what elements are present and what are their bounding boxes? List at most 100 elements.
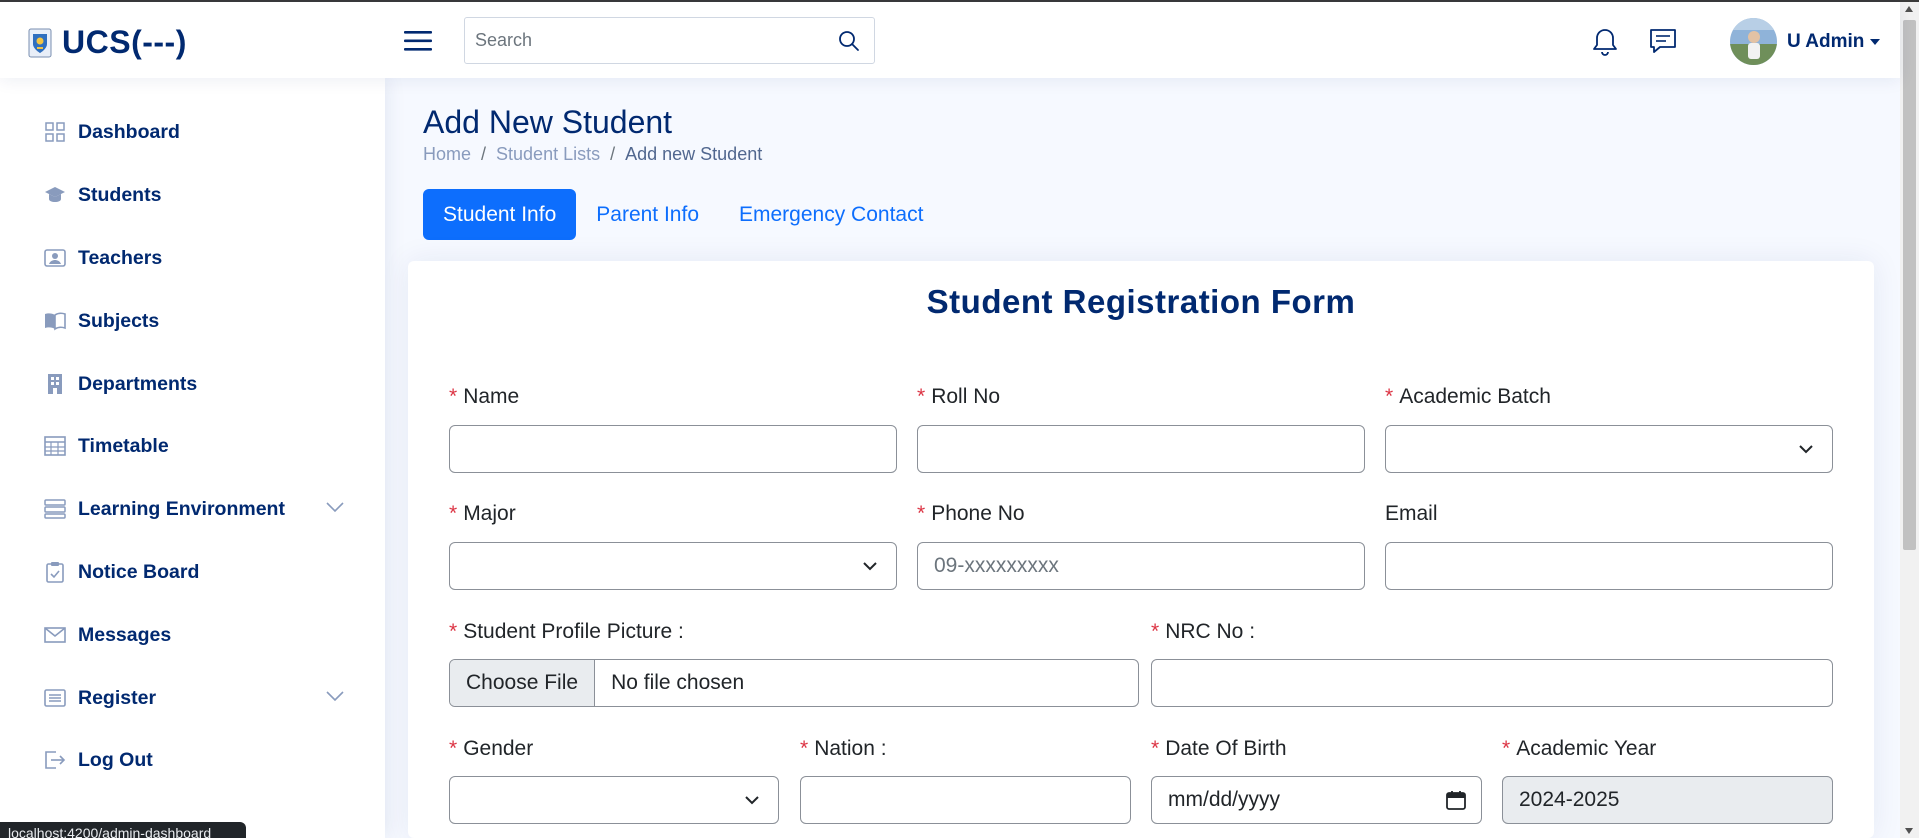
sidebar-item-label: Register	[78, 686, 157, 709]
book-icon	[44, 310, 66, 332]
sidebar-item-departments[interactable]: Departments	[44, 364, 344, 404]
sidebar-item-label: Departments	[78, 372, 198, 395]
building-icon	[44, 373, 66, 395]
scroll-down-arrow-icon[interactable]	[1905, 828, 1913, 834]
sidebar-item-teachers[interactable]: Teachers	[44, 238, 344, 278]
form-tabs: Student Info Parent Info Emergency Conta…	[423, 189, 943, 240]
date-of-birth-label: * Date Of Birth	[1151, 737, 1287, 760]
email-input[interactable]	[1385, 542, 1833, 590]
required-mark: *	[449, 737, 458, 760]
phone-no-label: * Phone No	[917, 502, 1025, 525]
nrc-no-input[interactable]	[1151, 659, 1833, 707]
messages-chat-icon[interactable]	[1648, 26, 1678, 56]
tab-parent-info[interactable]: Parent Info	[576, 189, 719, 240]
phone-no-input[interactable]: 09-xxxxxxxxx	[917, 542, 1365, 590]
academic-year-input: 2024-2025	[1502, 776, 1833, 824]
chevron-down-icon	[1799, 445, 1813, 454]
user-name: U Admin	[1787, 30, 1865, 52]
required-mark: *	[917, 502, 926, 525]
required-mark: *	[1502, 737, 1511, 760]
date-placeholder: mm/dd/yyyy	[1168, 788, 1281, 811]
top-header: UCS(---) Search U Admin	[0, 2, 1900, 78]
page-title: Add New Student	[423, 104, 673, 140]
roll-no-input[interactable]	[917, 425, 1365, 473]
breadcrumb-home[interactable]: Home	[423, 144, 471, 165]
brand-logo[interactable]: UCS(---)	[28, 24, 187, 61]
academic-year-label: * Academic Year	[1502, 737, 1657, 760]
chevron-down-icon	[863, 562, 877, 571]
search-input[interactable]	[465, 18, 824, 63]
sidebar-item-students[interactable]: Students	[44, 175, 344, 215]
tab-student-info[interactable]: Student Info	[423, 189, 577, 240]
brand-name: UCS(---)	[62, 24, 187, 60]
user-profile-dropdown[interactable]: U Admin	[1730, 18, 1881, 65]
required-mark: *	[449, 502, 458, 525]
caret-down-icon	[1870, 38, 1881, 45]
search-icon	[839, 30, 859, 51]
person-badge-icon	[44, 247, 66, 269]
required-mark: *	[449, 385, 458, 408]
envelope-icon	[44, 624, 66, 646]
breadcrumb-current: Add new Student	[625, 144, 763, 164]
major-select[interactable]	[449, 542, 897, 590]
sidebar-item-notice-board[interactable]: Notice Board	[44, 552, 344, 592]
email-label: Email	[1385, 502, 1438, 525]
chevron-down-icon	[745, 796, 759, 805]
academic-batch-select[interactable]	[1385, 425, 1833, 473]
form-title: Student Registration Form	[926, 283, 1356, 320]
academic-year-value: 2024-2025	[1519, 788, 1620, 811]
menu-toggle-icon[interactable]	[403, 26, 433, 56]
registration-card: Student Registration Form * Name * Roll No…	[408, 261, 1874, 838]
required-mark: *	[917, 385, 926, 408]
search-bar	[464, 17, 875, 64]
breadcrumb: Home / Student Lists / Add new Student	[423, 144, 762, 165]
sidebar-item-register[interactable]: Register	[44, 678, 344, 718]
sidebar-item-label: Timetable	[78, 434, 169, 457]
scrollbar-thumb[interactable]	[1903, 20, 1916, 550]
breadcrumb-separator: /	[610, 144, 616, 164]
roll-no-label: * Roll No	[917, 385, 1001, 408]
link-status-tooltip: localhost:4200/admin-dashboard	[0, 822, 246, 838]
server-icon	[44, 498, 66, 520]
breadcrumb-student-lists[interactable]: Student Lists	[496, 144, 600, 165]
gender-label: * Gender	[449, 737, 534, 760]
sidebar-item-label: Subjects	[78, 309, 160, 332]
gender-select[interactable]	[449, 776, 779, 824]
search-button[interactable]	[824, 18, 874, 63]
sidebar-item-dashboard[interactable]: Dashboard	[44, 112, 344, 152]
date-of-birth-input[interactable]: mm/dd/yyyy	[1151, 776, 1482, 824]
grid-icon	[44, 121, 66, 143]
required-mark: *	[1151, 737, 1160, 760]
sidebar-item-log-out[interactable]: Log Out	[44, 740, 344, 780]
nrc-no-label: * NRC No :	[1151, 620, 1256, 643]
profile-picture-label: * Student Profile Picture :	[449, 620, 684, 643]
scroll-up-arrow-icon[interactable]	[1905, 6, 1913, 12]
sidebar: Dashboard Students Teachers Subjects Dep…	[0, 78, 385, 838]
tab-emergency-contact[interactable]: Emergency Contact	[719, 189, 943, 240]
nation-label: * Nation :	[800, 737, 887, 760]
university-crest-icon	[28, 28, 52, 57]
mortarboard-icon	[44, 184, 66, 206]
name-input[interactable]	[449, 425, 897, 473]
sidebar-item-learning-environment[interactable]: Learning Environment	[44, 489, 344, 529]
logout-icon	[44, 749, 66, 771]
nation-input[interactable]	[800, 776, 1131, 824]
clipboard-icon	[44, 561, 66, 583]
required-mark: *	[449, 620, 458, 643]
sidebar-item-label: Messages	[78, 623, 172, 646]
required-mark: *	[1385, 385, 1394, 408]
sidebar-item-label: Notice Board	[78, 560, 200, 583]
calendar-icon[interactable]	[1445, 789, 1467, 811]
sidebar-item-subjects[interactable]: Subjects	[44, 301, 344, 341]
sidebar-item-timetable[interactable]: Timetable	[44, 426, 344, 466]
file-status-text: No file chosen	[611, 671, 745, 694]
sidebar-item-messages[interactable]: Messages	[44, 615, 344, 655]
required-mark: *	[1151, 620, 1160, 643]
page-scrollbar[interactable]	[1900, 2, 1919, 838]
required-mark: *	[800, 737, 809, 760]
choose-file-button[interactable]: Choose File	[450, 660, 596, 706]
avatar	[1730, 18, 1777, 65]
notification-bell-icon[interactable]	[1590, 27, 1620, 57]
profile-picture-file-input[interactable]: Choose File No file chosen	[449, 659, 1139, 707]
academic-batch-label: * Academic Batch	[1385, 385, 1551, 408]
